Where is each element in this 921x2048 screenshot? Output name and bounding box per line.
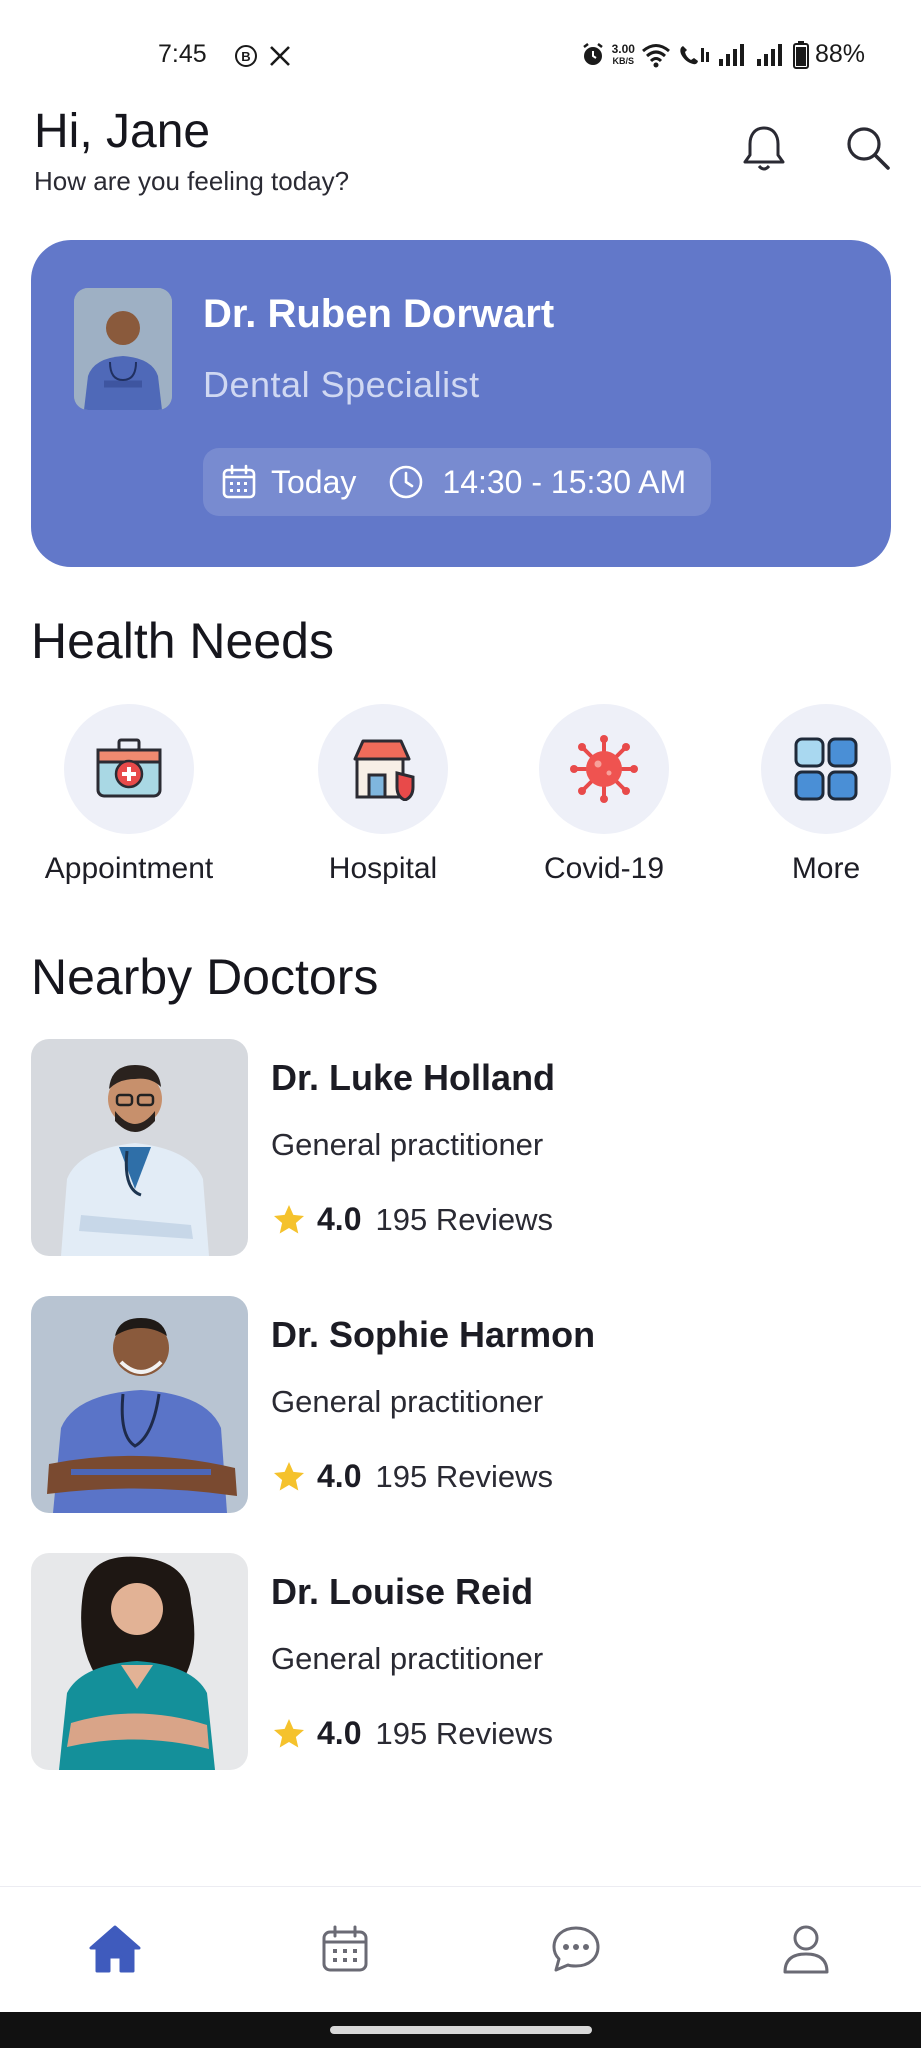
doctor-name: Dr. Sophie Harmon	[271, 1314, 596, 1355]
search-icon	[847, 127, 890, 170]
doctor-role: General practitioner	[271, 1384, 544, 1419]
bottom-navigation	[0, 1886, 921, 2012]
signal-icon-1	[718, 43, 744, 66]
rating-value: 4.0	[317, 1458, 362, 1494]
review-count: 195 Reviews	[375, 1715, 553, 1751]
doctor-avatar	[74, 288, 172, 410]
health-need-label: Appointment	[44, 852, 214, 885]
wifi-icon	[641, 43, 670, 67]
greeting-subtitle: How are you feeling today?	[34, 166, 350, 196]
system-gesture-bar	[0, 2012, 921, 2048]
review-count: 195 Reviews	[375, 1458, 553, 1494]
appointment-doctor-name: Dr. Ruben Dorwart	[203, 292, 555, 336]
signal-icon-2	[756, 43, 782, 66]
doctor-photo	[31, 1553, 248, 1770]
clock-icon	[390, 465, 423, 499]
star-icon	[274, 1461, 304, 1490]
doctor-photo	[31, 1296, 248, 1513]
grid-icon	[794, 737, 858, 801]
nearby-doctors-title: Nearby Doctors	[31, 949, 379, 1005]
chat-icon	[552, 1926, 600, 1972]
first-aid-kit-icon	[96, 738, 162, 798]
greeting-title: Hi, Jane	[34, 105, 211, 158]
appointment-schedule: Today 14:30 - 15:30 AM	[203, 448, 711, 516]
bell-icon	[743, 126, 785, 171]
doctor-card[interactable]: Dr. Luke Holland General practitioner 4.…	[31, 1039, 891, 1257]
notifications-button[interactable]	[738, 122, 790, 174]
virus-icon	[570, 735, 638, 803]
health-need-hospital[interactable]: Hospital	[293, 704, 473, 886]
notification-icons: B	[234, 44, 292, 68]
status-time: 7:45	[158, 40, 207, 68]
doctor-name: Dr. Louise Reid	[271, 1571, 534, 1612]
network-speed: 3.00 KB/S	[611, 41, 635, 66]
doctor-photo	[31, 1039, 248, 1256]
x-logo-icon	[268, 44, 292, 68]
doctor-role: General practitioner	[271, 1641, 544, 1676]
gesture-handle[interactable]	[330, 2026, 592, 2034]
nav-messages[interactable]	[548, 1921, 604, 1977]
appointment-specialty: Dental Specialist	[203, 364, 480, 405]
battery-percent: 88%	[814, 40, 865, 68]
alarm-icon	[582, 42, 603, 65]
home-icon	[89, 1925, 141, 1973]
b-circle-icon: B	[234, 44, 258, 68]
health-need-label: More	[791, 852, 861, 885]
health-needs-title: Health Needs	[31, 613, 334, 669]
doctor-rating: 4.0 195 Reviews	[271, 1458, 553, 1495]
rating-value: 4.0	[317, 1715, 362, 1751]
doctor-card[interactable]: Dr. Louise Reid General practitioner 4.0…	[31, 1553, 891, 1771]
hospital-icon	[353, 739, 415, 801]
battery-icon	[792, 40, 809, 69]
appointment-time: 14:30 - 15:30 AM	[442, 463, 687, 500]
review-count: 195 Reviews	[375, 1201, 553, 1237]
search-button[interactable]	[842, 122, 894, 174]
svg-text:B: B	[241, 49, 250, 64]
rating-value: 4.0	[317, 1201, 362, 1237]
health-need-label: Covid-19	[543, 852, 665, 885]
calendar-icon	[322, 1925, 368, 1972]
star-icon	[274, 1718, 304, 1747]
calendar-icon	[222, 464, 256, 499]
nav-calendar[interactable]	[317, 1921, 373, 1977]
doctor-rating: 4.0 195 Reviews	[271, 1715, 553, 1752]
nav-home[interactable]	[87, 1921, 143, 1977]
health-need-appointment[interactable]: Appointment	[39, 704, 219, 886]
nav-profile[interactable]	[778, 1921, 834, 1977]
health-need-more[interactable]: More	[736, 704, 916, 886]
star-icon	[274, 1204, 304, 1233]
status-bar: 7:45 B 3.00 KB/S 88%	[0, 0, 921, 118]
status-icons: 3.00 KB/S 88%	[580, 40, 865, 69]
profile-icon	[783, 1925, 829, 1974]
doctor-name: Dr. Luke Holland	[271, 1057, 556, 1098]
health-need-label: Hospital	[328, 852, 438, 885]
wifi-calling-icon	[680, 45, 709, 64]
doctor-role: General practitioner	[271, 1127, 544, 1162]
appointment-date: Today	[271, 463, 357, 500]
health-need-covid[interactable]: Covid-19	[514, 704, 694, 886]
doctor-card[interactable]: Dr. Sophie Harmon General practitioner 4…	[31, 1296, 891, 1514]
doctor-rating: 4.0 195 Reviews	[271, 1201, 553, 1238]
